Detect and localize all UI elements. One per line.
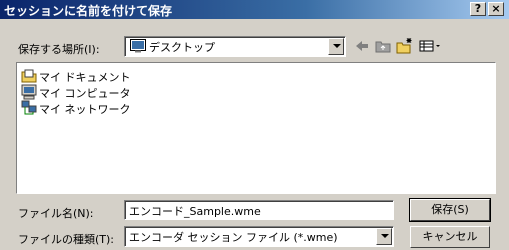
my-documents-icon <box>21 68 37 84</box>
desktop-icon <box>130 39 146 53</box>
filetype-label: ファイルの種類(T): <box>18 233 115 246</box>
filetype-select[interactable]: エンコーダ セッション ファイル (*.wme) <box>124 226 394 247</box>
filename-value: エンコード_Sample.wme <box>129 205 261 218</box>
location-select[interactable]: デスクトップ <box>124 36 346 57</box>
save-button[interactable]: 保存(S) <box>409 198 491 222</box>
location-value: デスクトップ <box>149 41 215 54</box>
filename-input[interactable]: エンコード_Sample.wme <box>124 200 394 220</box>
my-computer-icon <box>21 84 37 100</box>
up-folder-icon[interactable] <box>373 37 393 55</box>
back-arrow-icon[interactable] <box>352 37 372 55</box>
new-folder-icon[interactable] <box>394 37 414 55</box>
cancel-button[interactable]: キャンセル <box>410 226 490 248</box>
filetype-dropdown-arrow[interactable] <box>376 228 392 245</box>
file-name: マイ ネットワーク <box>39 103 131 116</box>
title-bar: セッションに名前を付けて保存 ? × <box>0 0 509 19</box>
filetype-value: エンコーダ セッション ファイル (*.wme) <box>129 231 338 244</box>
file-name: マイ ドキュメント <box>39 71 131 84</box>
filename-label: ファイル名(N): <box>18 207 94 220</box>
help-button[interactable]: ? <box>470 2 486 16</box>
view-menu-icon[interactable] <box>417 37 443 55</box>
close-button[interactable]: × <box>488 2 504 16</box>
file-name: マイ コンピュータ <box>39 87 131 100</box>
location-label: 保存する場所(I): <box>18 43 100 56</box>
my-network-icon <box>21 100 37 116</box>
dialog-title: セッションに名前を付けて保存 <box>4 4 173 18</box>
file-list[interactable]: マイ ドキュメント マイ コンピュータ マイ ネットワーク <box>16 62 496 194</box>
location-dropdown-arrow[interactable] <box>328 38 344 55</box>
